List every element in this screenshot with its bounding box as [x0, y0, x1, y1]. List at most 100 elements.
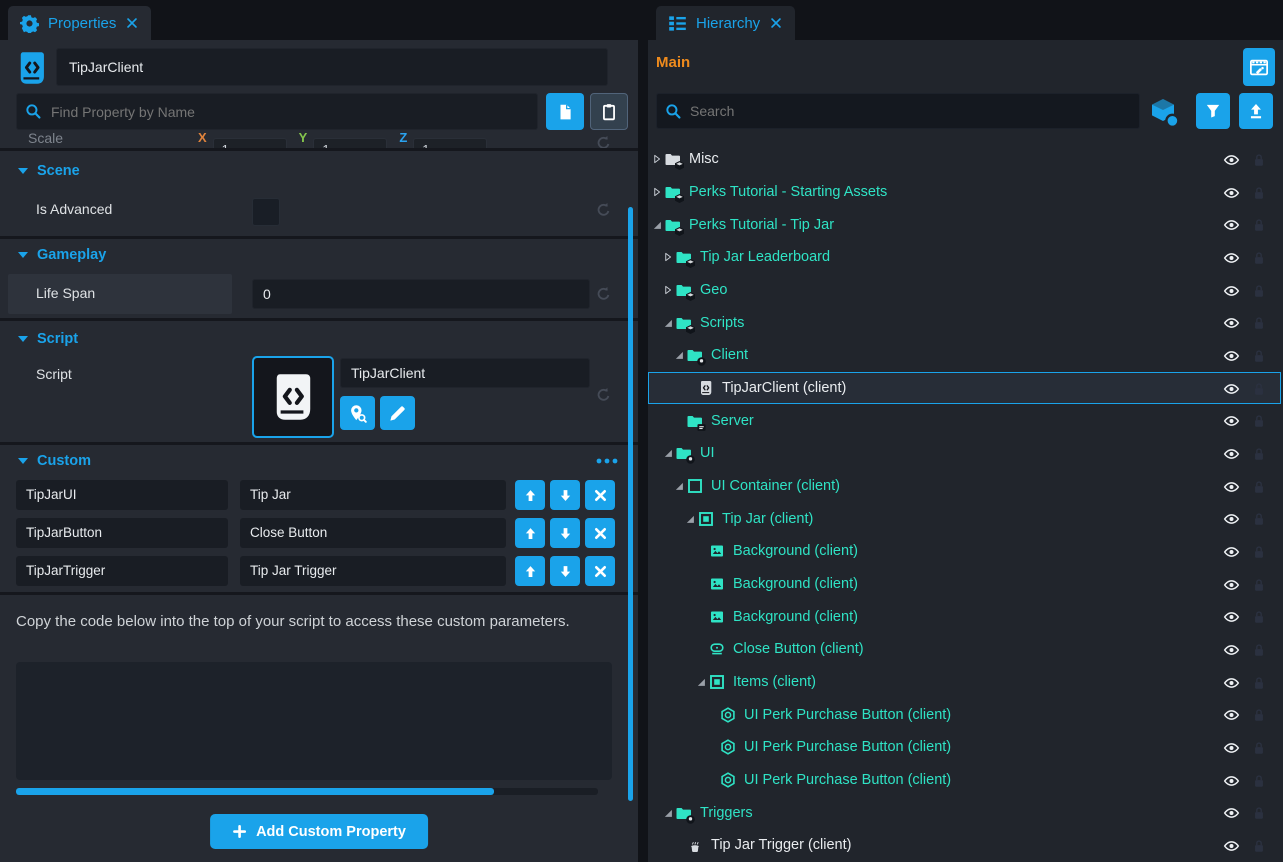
visibility-eye-icon[interactable] [1222, 773, 1241, 789]
tree-row[interactable]: Background (client) [648, 600, 1281, 633]
visibility-eye-icon[interactable] [1222, 217, 1241, 233]
tree-row[interactable]: Background (client) [648, 535, 1281, 568]
reset-icon[interactable] [595, 201, 612, 218]
lock-icon[interactable] [1252, 185, 1266, 201]
lock-icon[interactable] [1252, 348, 1266, 364]
more-options-icon[interactable] [596, 453, 618, 469]
tree-row[interactable]: Tip Jar Trigger (client) [648, 829, 1281, 862]
collapse-arrow-icon[interactable] [695, 676, 707, 688]
visibility-eye-icon[interactable] [1222, 642, 1241, 658]
horizontal-scrollbar[interactable] [16, 788, 598, 795]
visibility-eye-icon[interactable] [1222, 675, 1241, 691]
expand-arrow-icon[interactable] [662, 284, 674, 296]
tree-row[interactable]: TipJarClient (client) [648, 372, 1281, 405]
lock-icon[interactable] [1252, 805, 1266, 821]
tree-row[interactable]: Misc [648, 143, 1281, 176]
expand-arrow-icon[interactable] [651, 186, 663, 198]
tree-row[interactable]: Perks Tutorial - Starting Assets [648, 176, 1281, 209]
edit-script-button[interactable] [380, 396, 415, 430]
collapse-arrow-icon[interactable] [684, 513, 696, 525]
close-icon[interactable] [769, 16, 783, 30]
reset-icon[interactable] [595, 386, 612, 403]
add-custom-property-button[interactable]: Add Custom Property [210, 814, 428, 849]
lock-icon[interactable] [1252, 315, 1266, 331]
collapse-arrow-icon[interactable] [673, 349, 685, 361]
visibility-eye-icon[interactable] [1222, 838, 1241, 854]
filter-button[interactable] [1196, 93, 1230, 129]
visibility-eye-icon[interactable] [1222, 805, 1241, 821]
section-header-custom[interactable]: Custom [0, 448, 638, 474]
scene-settings-button[interactable] [1243, 48, 1275, 86]
hierarchy-search-input[interactable] [656, 93, 1140, 129]
move-down-button[interactable] [550, 518, 580, 548]
visibility-eye-icon[interactable] [1222, 544, 1241, 560]
visibility-eye-icon[interactable] [1222, 315, 1241, 331]
lock-icon[interactable] [1252, 250, 1266, 266]
tree-row[interactable]: UI Perk Purchase Button (client) [648, 698, 1281, 731]
visibility-eye-icon[interactable] [1222, 511, 1241, 527]
lock-icon[interactable] [1252, 217, 1266, 233]
expand-arrow-icon[interactable] [651, 153, 663, 165]
visibility-eye-icon[interactable] [1222, 348, 1241, 364]
lock-icon[interactable] [1252, 773, 1266, 789]
script-name-field[interactable] [340, 358, 590, 388]
visibility-eye-icon[interactable] [1222, 381, 1241, 397]
lock-icon[interactable] [1252, 381, 1266, 397]
visibility-eye-icon[interactable] [1222, 413, 1241, 429]
tree-row[interactable]: Server [648, 404, 1281, 437]
lock-icon[interactable] [1252, 479, 1266, 495]
lock-icon[interactable] [1252, 740, 1266, 756]
script-asset-thumbnail[interactable] [252, 356, 334, 438]
lock-icon[interactable] [1252, 413, 1266, 429]
tree-row[interactable]: UI Perk Purchase Button (client) [648, 764, 1281, 797]
scrollbar-thumb[interactable] [16, 788, 494, 795]
move-up-button[interactable] [515, 518, 545, 548]
tree-row[interactable]: Client [648, 339, 1281, 372]
section-header-scene[interactable]: Scene [0, 158, 638, 184]
move-up-button[interactable] [515, 556, 545, 586]
expand-arrow-icon[interactable] [662, 251, 674, 263]
lock-icon[interactable] [1252, 511, 1266, 527]
tree-row[interactable]: Background (client) [648, 568, 1281, 601]
tree-row[interactable]: Items (client) [648, 666, 1281, 699]
visibility-eye-icon[interactable] [1222, 707, 1241, 723]
visibility-eye-icon[interactable] [1222, 577, 1241, 593]
visibility-eye-icon[interactable] [1222, 609, 1241, 625]
lock-icon[interactable] [1252, 675, 1266, 691]
section-header-script[interactable]: Script [0, 326, 638, 352]
tree-row[interactable]: UI Perk Purchase Button (client) [648, 731, 1281, 764]
custom-property-name[interactable]: TipJarUI [16, 480, 228, 510]
tree-row[interactable]: Tip Jar (client) [648, 502, 1281, 535]
lock-icon[interactable] [1252, 838, 1266, 854]
visibility-eye-icon[interactable] [1222, 479, 1241, 495]
delete-button[interactable] [585, 480, 615, 510]
collapse-arrow-icon[interactable] [673, 480, 685, 492]
tree-row[interactable]: Tip Jar Leaderboard [648, 241, 1281, 274]
reset-icon[interactable] [595, 285, 612, 302]
collapse-arrow-icon[interactable] [651, 219, 663, 231]
tree-row[interactable]: Geo [648, 274, 1281, 307]
visibility-eye-icon[interactable] [1222, 185, 1241, 201]
tree-row[interactable]: Close Button (client) [648, 633, 1281, 666]
custom-property-name[interactable]: TipJarTrigger [16, 556, 228, 586]
lock-icon[interactable] [1252, 707, 1266, 723]
networked-cube-icon[interactable] [1148, 96, 1180, 128]
collapse-arrow-icon[interactable] [662, 447, 674, 459]
section-header-gameplay[interactable]: Gameplay [0, 242, 638, 268]
find-property-input[interactable] [16, 93, 538, 130]
tree-row[interactable]: Triggers [648, 796, 1281, 829]
delete-button[interactable] [585, 518, 615, 548]
paste-properties-button[interactable] [590, 93, 628, 130]
lock-icon[interactable] [1252, 283, 1266, 299]
visibility-eye-icon[interactable] [1222, 446, 1241, 462]
close-icon[interactable] [125, 16, 139, 30]
move-down-button[interactable] [550, 480, 580, 510]
lock-icon[interactable] [1252, 577, 1266, 593]
tree-row[interactable]: UI Container (client) [648, 470, 1281, 503]
tree-row[interactable]: Perks Tutorial - Tip Jar [648, 208, 1281, 241]
custom-property-value[interactable]: Close Button [240, 518, 506, 548]
export-button[interactable] [1239, 93, 1273, 129]
tree-row[interactable]: Scripts [648, 306, 1281, 339]
custom-property-name[interactable]: TipJarButton [16, 518, 228, 548]
move-down-button[interactable] [550, 556, 580, 586]
